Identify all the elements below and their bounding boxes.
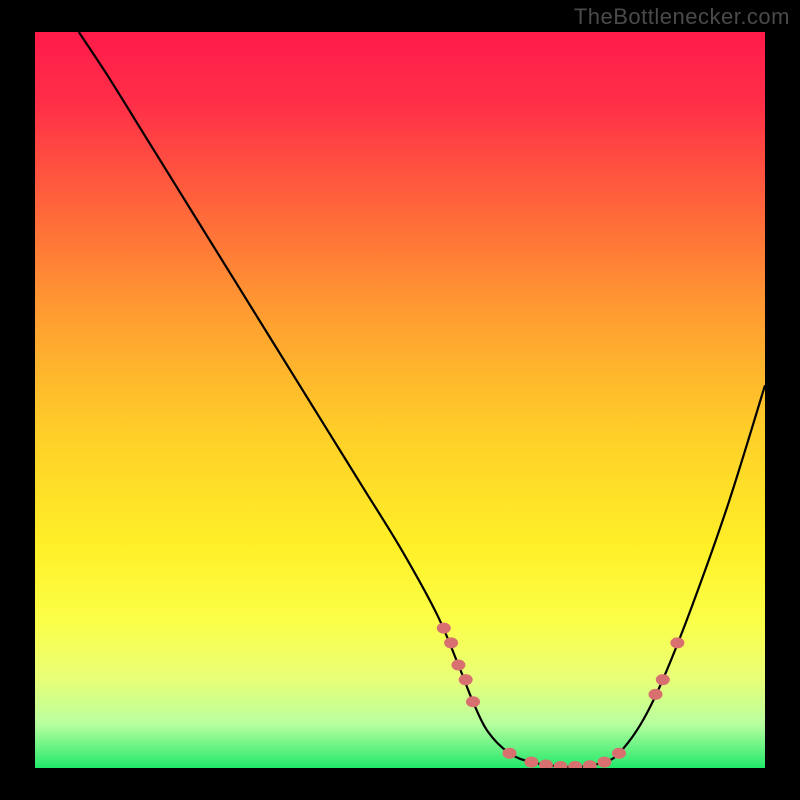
- watermark-text: TheBottlenecker.com: [574, 4, 790, 30]
- curve-layer: [35, 32, 765, 768]
- data-marker: [451, 659, 465, 670]
- data-marker: [568, 761, 582, 768]
- data-marker: [444, 637, 458, 648]
- data-marker: [503, 748, 517, 759]
- data-marker: [466, 696, 480, 707]
- data-marker: [583, 760, 597, 768]
- data-marker: [524, 757, 538, 768]
- data-marker: [539, 760, 553, 768]
- data-marker: [554, 761, 568, 768]
- data-marker: [649, 689, 663, 700]
- data-marker: [597, 757, 611, 768]
- plot-area: [35, 32, 765, 768]
- bottleneck-curve: [79, 32, 765, 767]
- data-marker: [459, 674, 473, 685]
- data-markers: [437, 623, 685, 768]
- data-marker: [670, 637, 684, 648]
- data-marker: [656, 674, 670, 685]
- data-marker: [437, 623, 451, 634]
- data-marker: [612, 748, 626, 759]
- chart-frame: TheBottlenecker.com: [0, 0, 800, 800]
